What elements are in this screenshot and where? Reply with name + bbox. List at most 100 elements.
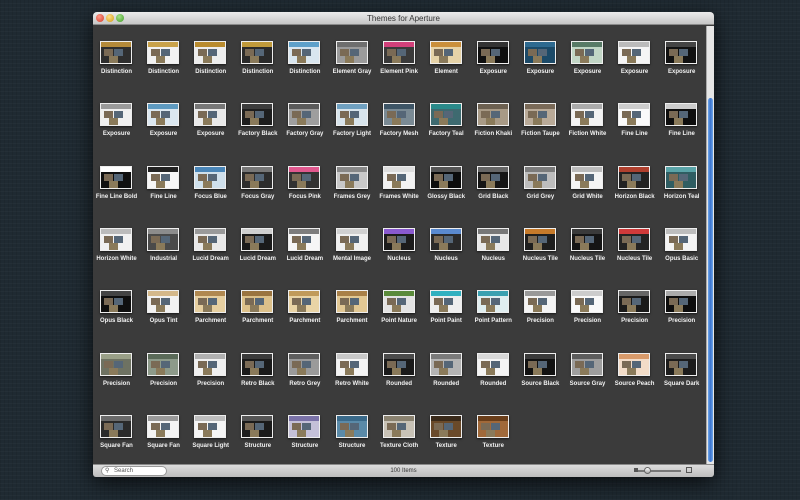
theme-item[interactable]: Structure <box>281 406 328 456</box>
theme-item[interactable]: Element Gray <box>329 32 376 82</box>
theme-item[interactable]: Distinction <box>281 32 328 82</box>
theme-item[interactable]: Opus Basic <box>658 219 705 269</box>
theme-item[interactable]: Exposure <box>93 94 140 144</box>
theme-item[interactable]: Focus Blue <box>187 157 234 207</box>
theme-thumbnail <box>571 41 603 64</box>
theme-item[interactable]: Point Pattern <box>470 281 517 331</box>
theme-thumbnail <box>665 227 698 251</box>
theme-item[interactable]: Nucleus <box>423 219 470 269</box>
theme-item[interactable]: Lucid Dream <box>234 219 281 269</box>
theme-item[interactable]: Fiction Taupe <box>517 94 564 144</box>
theme-item[interactable]: Precision <box>517 281 564 331</box>
theme-item[interactable]: Factory Gray <box>281 94 328 144</box>
theme-label: Texture <box>482 442 504 449</box>
theme-item[interactable]: Fine Line <box>611 94 658 144</box>
theme-thumbnail <box>382 165 415 189</box>
title-bar[interactable]: Themes for Aperture <box>93 12 714 25</box>
theme-item[interactable]: Exposure <box>187 94 234 144</box>
theme-item[interactable]: Texture <box>470 406 517 456</box>
vertical-scrollbar[interactable] <box>706 26 714 464</box>
theme-item[interactable]: Fiction Khaki <box>470 94 517 144</box>
theme-item[interactable]: Opus Black <box>93 281 140 331</box>
theme-item[interactable]: Horizon Black <box>611 157 658 207</box>
theme-item[interactable]: Precision <box>658 281 705 331</box>
theme-item[interactable]: Nucleus Tile <box>611 219 658 269</box>
theme-item[interactable]: Retro Grey <box>281 344 328 394</box>
theme-item[interactable]: Mental Image <box>329 219 376 269</box>
theme-item[interactable]: Focus Pink <box>281 157 328 207</box>
theme-item[interactable]: Grid Grey <box>517 157 564 207</box>
theme-thumbnail <box>147 103 180 127</box>
slider-knob[interactable] <box>644 467 651 474</box>
theme-item[interactable]: Nucleus <box>470 219 517 269</box>
theme-item[interactable]: Distinction <box>93 32 140 82</box>
theme-item[interactable]: Parchment <box>234 281 281 331</box>
theme-item[interactable]: Parchment <box>187 281 234 331</box>
theme-item[interactable]: Distinction <box>140 32 187 82</box>
theme-item[interactable]: Parchment <box>329 281 376 331</box>
theme-item[interactable]: Fine Line <box>658 94 705 144</box>
theme-item[interactable]: Lucid Dream <box>187 219 234 269</box>
theme-item[interactable]: Grid White <box>564 157 611 207</box>
theme-item[interactable]: Precision <box>140 344 187 394</box>
theme-item[interactable]: Precision <box>187 344 234 394</box>
theme-item[interactable]: Precision <box>564 281 611 331</box>
theme-item[interactable]: Precision <box>611 281 658 331</box>
theme-thumbnail <box>288 352 321 376</box>
theme-item[interactable]: Precision <box>93 344 140 394</box>
theme-item[interactable]: Square Dark <box>658 344 705 394</box>
theme-item[interactable]: Factory Teal <box>423 94 470 144</box>
theme-item[interactable]: Focus Gray <box>234 157 281 207</box>
theme-item[interactable]: Rounded <box>423 344 470 394</box>
theme-item[interactable]: Exposure <box>564 32 611 82</box>
theme-item[interactable]: Fine Line Bold <box>93 157 140 207</box>
theme-thumbnail <box>194 290 227 314</box>
theme-item[interactable]: Element <box>423 32 470 82</box>
theme-item[interactable]: Point Paint <box>423 281 470 331</box>
theme-item[interactable]: Lucid Dream <box>281 219 328 269</box>
theme-item[interactable]: Square Fan <box>140 406 187 456</box>
theme-item[interactable]: Grid Black <box>470 157 517 207</box>
theme-item[interactable]: Distinction <box>234 32 281 82</box>
theme-thumbnail <box>429 103 462 127</box>
theme-item[interactable]: Frames Grey <box>329 157 376 207</box>
theme-item[interactable]: Exposure <box>658 32 705 82</box>
theme-item[interactable]: Industrial <box>140 219 187 269</box>
theme-item[interactable]: Exposure <box>611 32 658 82</box>
theme-item[interactable]: Source Gray <box>564 344 611 394</box>
theme-item[interactable]: Square Light <box>187 406 234 456</box>
theme-item[interactable]: Source Black <box>517 344 564 394</box>
theme-item[interactable]: Texture <box>423 406 470 456</box>
theme-item[interactable]: Nucleus Tile <box>564 219 611 269</box>
theme-item[interactable]: Exposure <box>517 32 564 82</box>
theme-item[interactable]: Rounded <box>470 344 517 394</box>
theme-item[interactable]: Rounded <box>376 344 423 394</box>
theme-item[interactable]: Square Fan <box>93 406 140 456</box>
theme-item[interactable]: Fine Line <box>140 157 187 207</box>
theme-item[interactable]: Retro Black <box>234 344 281 394</box>
theme-item[interactable]: Source Peach <box>611 344 658 394</box>
theme-thumbnail <box>241 290 274 314</box>
theme-item[interactable]: Horizon White <box>93 219 140 269</box>
theme-item[interactable]: Nucleus <box>376 219 423 269</box>
theme-item[interactable]: Element Pink <box>376 32 423 82</box>
theme-item[interactable]: Nucleus Tile <box>517 219 564 269</box>
theme-item[interactable]: Frames White <box>376 157 423 207</box>
theme-item[interactable]: Factory Light <box>329 94 376 144</box>
theme-item[interactable]: Factory Mesh <box>376 94 423 144</box>
theme-item[interactable]: Horizon Teal <box>658 157 705 207</box>
theme-item[interactable]: Factory Black <box>234 94 281 144</box>
theme-item[interactable]: Glossy Black <box>423 157 470 207</box>
theme-item[interactable]: Fiction White <box>564 94 611 144</box>
theme-item[interactable]: Structure <box>234 406 281 456</box>
theme-item[interactable]: Opus Tint <box>140 281 187 331</box>
theme-item[interactable]: Exposure <box>140 94 187 144</box>
theme-item[interactable]: Texture Cloth <box>376 406 423 456</box>
theme-item[interactable]: Parchment <box>281 281 328 331</box>
theme-item[interactable]: Point Nature <box>376 281 423 331</box>
scrollbar-thumb[interactable] <box>708 98 713 462</box>
theme-item[interactable]: Retro White <box>329 344 376 394</box>
theme-item[interactable]: Exposure <box>470 32 517 82</box>
theme-item[interactable]: Distinction <box>187 32 234 82</box>
theme-item[interactable]: Structure <box>329 406 376 456</box>
